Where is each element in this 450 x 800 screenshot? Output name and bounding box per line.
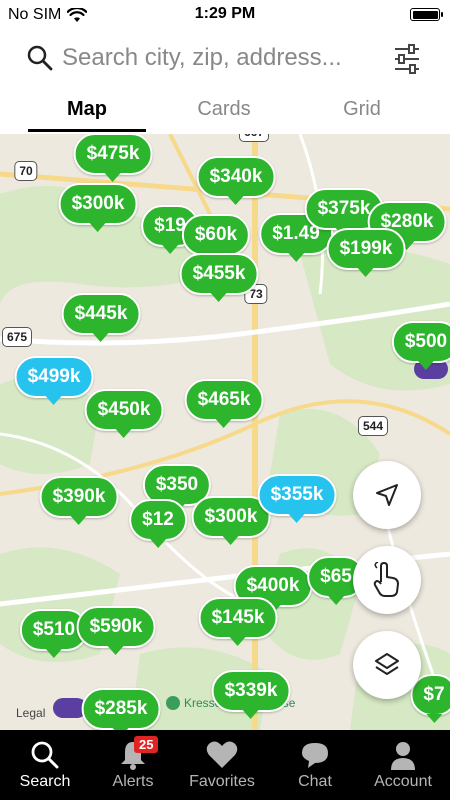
price-pin[interactable]: $500 [391,321,450,370]
price-pin[interactable]: $450k [84,389,164,438]
price-pin[interactable]: $339k [211,670,291,719]
price-pin[interactable]: $199k [326,228,406,277]
draw-search-button[interactable] [353,546,421,614]
hand-pointer-icon [373,562,399,597]
map-layers-button[interactable] [353,631,421,699]
view-tabs: Map Cards Grid [0,90,450,135]
price-pin[interactable]: $340k [196,156,276,205]
golf-course-icon [166,696,180,710]
price-pin[interactable]: $475k [73,134,153,182]
location-arrow-icon [376,484,398,506]
price-pin[interactable]: $12 [129,499,187,548]
nav-account[interactable]: Account [358,730,448,800]
price-pin[interactable]: $499k [14,356,94,405]
bottom-tab-bar: Search 25 Alerts Favorites Chat Account [0,730,450,800]
clock: 1:29 PM [194,5,256,22]
price-pin[interactable]: $300k [58,183,138,232]
legal-link[interactable]: Legal [16,706,45,720]
tab-map[interactable]: Map [27,98,147,121]
active-tab-indicator [28,129,146,132]
tab-cards[interactable]: Cards [164,98,284,121]
tab-grid[interactable]: Grid [302,98,422,121]
nav-alerts[interactable]: 25 Alerts [88,730,178,800]
search-icon [31,741,59,769]
nav-alerts-label: Alerts [112,773,154,790]
price-pin[interactable]: $390k [39,476,119,525]
nav-favorites[interactable]: Favorites [177,730,267,800]
price-pin[interactable]: $355k [257,474,337,523]
search-icon [27,45,53,71]
road-label-70: 70 [14,161,38,181]
road-label-544: 544 [357,416,389,436]
layers-icon [375,653,399,675]
road-label-675: 675 [1,327,33,347]
nav-account-label: Account [374,773,432,790]
price-pin[interactable]: $590k [76,606,156,655]
road-label-667: 667 [238,134,270,142]
nav-chat-label: Chat [298,773,332,790]
chat-bubble-icon [302,743,328,768]
search-input[interactable]: Search city, zip, address... [62,44,342,72]
heart-icon [206,741,238,768]
filter-sliders-icon[interactable] [392,42,422,76]
nav-search-label: Search [19,773,71,790]
price-pin[interactable]: $455k [179,253,259,302]
nav-search[interactable]: Search [0,730,90,800]
search-bar[interactable]: Search city, zip, address... [0,30,450,90]
alerts-count-badge: 25 [134,736,159,753]
price-pin[interactable]: $285k [81,688,161,730]
status-bar: No SIM 1:29 PM [0,0,450,30]
battery-icon [410,8,443,21]
person-icon [391,742,415,770]
price-pin[interactable]: $445k [61,293,141,342]
locate-me-button[interactable] [353,461,421,529]
price-pin[interactable]: $60k [181,214,251,263]
map-view[interactable]: 70 675 73 544 667 Kresson Golf Course $4… [0,134,450,730]
nav-chat[interactable]: Chat [270,730,360,800]
nav-favorites-label: Favorites [189,773,255,790]
price-pin[interactable]: $145k [198,597,278,646]
price-pin[interactable]: $465k [184,379,264,428]
